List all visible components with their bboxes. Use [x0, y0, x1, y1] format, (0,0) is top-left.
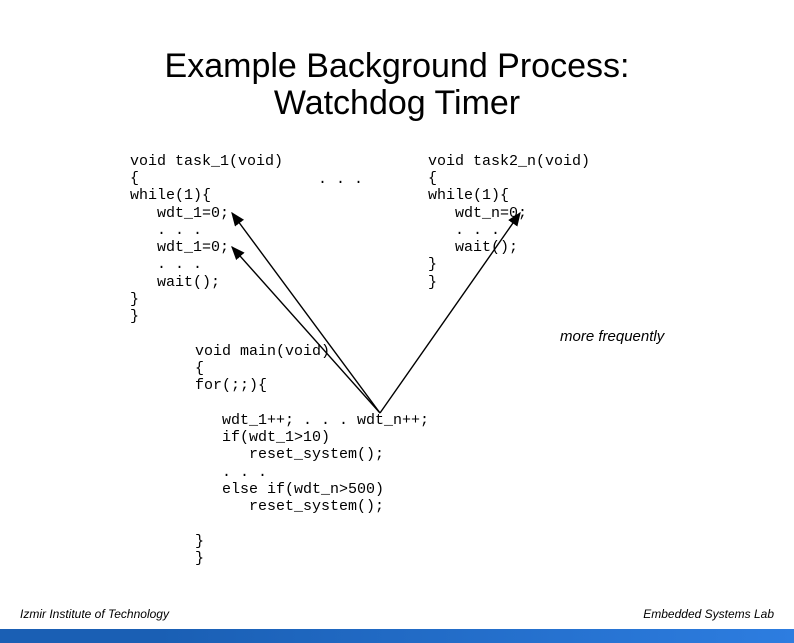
footer-institution: Izmir Institute of Technology [20, 607, 169, 621]
code-block-task-n: void task2_n(void) { while(1){ wdt_n=0; … [428, 153, 590, 291]
code-block-task1: void task_1(void) { while(1){ wdt_1=0; .… [130, 153, 283, 326]
footer-lab: Embedded Systems Lab [643, 607, 774, 621]
annotation-more-frequently: more frequently [560, 328, 664, 345]
code-block-main: void main(void) { for(;;){ wdt_1++; . . … [195, 343, 429, 567]
title-line-2: Watchdog Timer [274, 84, 520, 122]
slide-title: Example Background Process: Watchdog Tim… [0, 48, 794, 123]
footer-accent-bar [0, 629, 794, 643]
title-line-1: Example Background Process: [165, 47, 630, 85]
ellipsis-between: . . . [318, 171, 363, 188]
